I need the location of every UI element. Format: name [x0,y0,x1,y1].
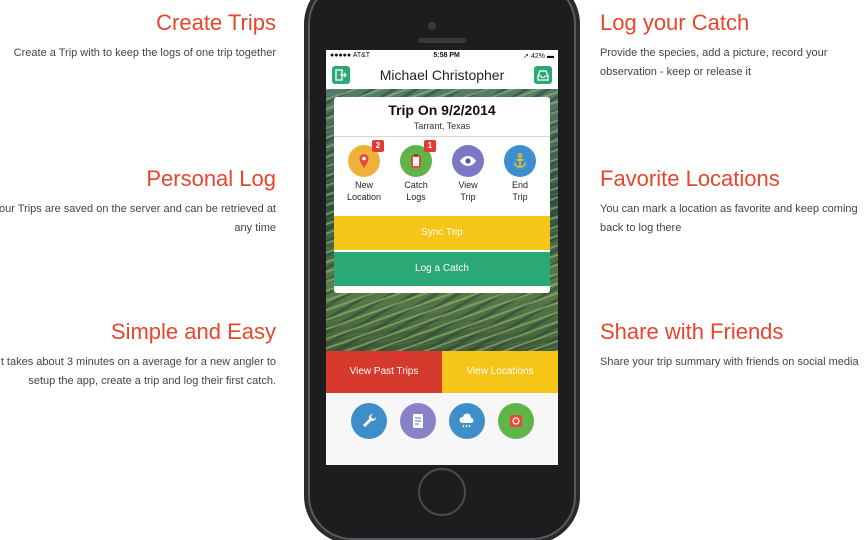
feature-title: Favorite Locations [600,166,780,191]
anchor-icon [504,145,536,177]
action-label: End Trip [511,180,528,202]
bottom-nav: View Past Trips View Locations [326,351,558,393]
phone-frame: ●●●●● AT&T 5:58 PM ➚ 42% ▬ Michael Chris… [305,0,576,540]
status-bar: ●●●●● AT&T 5:58 PM ➚ 42% ▬ [326,50,558,61]
feature-text: Create a Trip with to keep the logs of o… [13,47,276,59]
feature-personal-log: Personal Log Your Trips are saved on the… [0,167,276,238]
tools-bar [326,393,558,465]
camera-roll-icon[interactable] [497,403,534,439]
feature-create-trips: Create Trips Create a Trip with to keep … [0,11,276,63]
feature-share-friends: Share with Friends Share your trip summa… [600,320,864,372]
feature-title: Log your Catch [600,10,750,35]
notes-icon[interactable] [399,403,436,439]
user-name: Michael Christopher [379,67,505,83]
side-button [305,100,308,140]
feature-title: Simple and Easy [110,319,276,344]
log-catch-button[interactable]: Log a Catch [334,252,550,286]
feature-simple-easy: Simple and Easy It takes about 3 minutes… [0,320,276,391]
feature-text: It takes about 3 minutes on a average fo… [0,356,276,387]
action-label: Catch Logs [404,180,428,202]
inbox-icon[interactable] [534,66,552,84]
sync-trip-button[interactable]: Sync Trip [334,216,550,250]
trip-location: Tarrant, Texas [413,121,471,131]
view-locations-button[interactable]: View Locations [442,351,558,393]
front-camera [428,22,436,30]
new-location-button[interactable]: 2 New Location [340,140,388,203]
earpiece-speaker [418,38,466,43]
feature-title: Share with Friends [600,319,784,344]
feature-text: Provide the species, add a picture, reco… [600,47,828,78]
end-trip-button[interactable]: End Trip [496,145,544,203]
battery-percent: 42% [531,52,546,60]
clock-label: 5:58 PM [433,52,460,59]
logout-icon[interactable] [332,66,350,84]
trip-title: Trip On 9/2/2014 [388,102,496,118]
battery-label: ➚ 42% ▬ [523,52,554,60]
feature-text: Your Trips are saved on the server and c… [0,203,276,234]
trip-actions: 2 New Location 1 Catch Logs View Trip En… [334,137,550,203]
app-header: Michael Christopher [326,61,558,89]
action-label: New Location [346,180,382,202]
home-button[interactable] [418,468,466,516]
app-screen: ●●●●● AT&T 5:58 PM ➚ 42% ▬ Michael Chris… [326,50,558,465]
feature-text: You can mark a location as favorite and … [600,203,858,234]
wrench-icon[interactable] [350,403,387,439]
feature-favorite-locations: Favorite Locations You can mark a locati… [600,167,864,238]
action-label: View Trip [458,180,478,202]
feature-title: Personal Log [146,166,276,191]
view-past-trips-button[interactable]: View Past Trips [326,351,442,393]
catch-logs-badge: 1 [424,140,436,152]
eye-icon [452,145,484,177]
catch-logs-button[interactable]: 1 Catch Logs [392,140,440,203]
view-trip-button[interactable]: View Trip [444,145,492,203]
feature-log-catch: Log your Catch Provide the species, add … [600,11,864,82]
feature-text: Share your trip summary with friends on … [600,356,859,368]
carrier-label: ●●●●● AT&T [330,52,371,59]
new-location-badge: 2 [372,140,384,152]
trip-card: Trip On 9/2/2014 Tarrant, Texas 2 New Loc… [334,97,550,293]
feature-title: Create Trips [156,10,276,35]
weather-icon[interactable] [448,403,485,439]
